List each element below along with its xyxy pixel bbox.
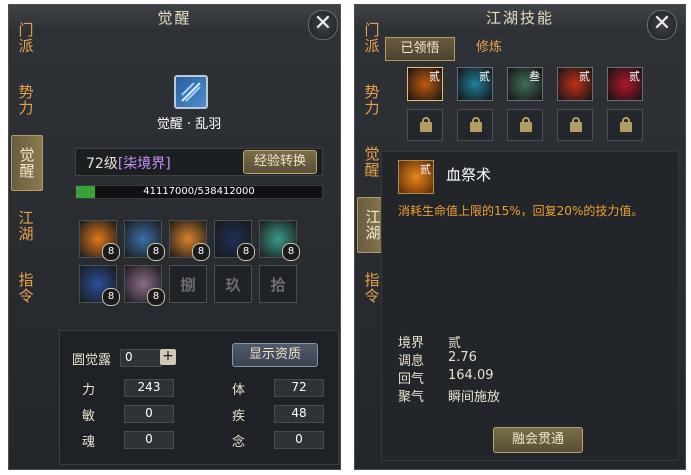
tab-sect[interactable]: 门派: [11, 11, 41, 65]
awakening-skill-icon[interactable]: [174, 75, 208, 109]
info-label: 聚气: [398, 390, 425, 405]
level-text: 72级[柒境界]: [86, 153, 171, 173]
skill-description: 消耗生命值上限的15%，回复20%的技力值。: [398, 204, 644, 218]
locked-slot: 拾: [259, 265, 297, 303]
blood-swirl-icon[interactable]: 贰: [407, 67, 443, 101]
lock-icon: [507, 109, 543, 141]
awakening-panel: 觉醒 ✕ 门派 势力 觉醒 江湖 指令 觉醒 · 乱羽 72级[柒境界] 经验转换 41…: [8, 4, 341, 470]
info-value: 瞬间施放: [448, 390, 501, 405]
lock-body: [520, 122, 532, 132]
info-value: 贰: [448, 336, 462, 351]
stat-label: 力: [82, 383, 96, 398]
skill-detail: 贰 血祭术 消耗生命值上限的15%，回复20%的技力值。 境界 贰调息 2.76 回气…: [381, 151, 679, 461]
explosion-icon[interactable]: 贰: [557, 67, 593, 101]
skill-name: 觉醒 · 乱羽: [156, 117, 222, 132]
jianghu-skills-panel: 江湖技能 ✕ 门派 势力 觉醒 江湖 指令 已领悟 修炼 贰贰叁贰贰 贰 血祭术 消耗生…: [354, 4, 686, 470]
add-dew-button[interactable]: +: [160, 349, 176, 365]
dew-label: 圆觉露: [72, 353, 112, 368]
merge-button[interactable]: 融会贯通: [493, 427, 583, 453]
locked-slot: 捌: [169, 265, 207, 303]
tab-command[interactable]: 指令: [11, 261, 41, 315]
moon-beast-icon[interactable]: 叁: [507, 67, 543, 101]
mask-icon[interactable]: 8: [124, 220, 165, 261]
xp-bar: 41117000/538412000: [75, 185, 323, 199]
lock-body: [420, 122, 432, 132]
constellation-icon[interactable]: 8: [214, 220, 255, 261]
level-badge: 8: [147, 243, 165, 261]
level-value: 72级: [86, 156, 118, 172]
stat-value: 0: [124, 431, 174, 449]
level-badge: 8: [237, 243, 255, 261]
info-value: 164.09: [448, 368, 494, 383]
cross-swords-icon[interactable]: 贰: [607, 67, 643, 101]
close-button[interactable]: ✕: [647, 10, 677, 40]
fire-burst-icon[interactable]: 8: [169, 220, 210, 261]
skill-tier: 叁: [529, 70, 540, 83]
lock-icon: [557, 109, 593, 141]
skill-tier: 贰: [479, 70, 490, 83]
level-badge: 8: [192, 243, 210, 261]
close-button[interactable]: ✕: [308, 10, 338, 40]
stat-label: 疾: [232, 409, 246, 424]
info-label: 调息: [398, 354, 425, 369]
dew-value: 0: [120, 349, 162, 367]
lock-body: [620, 122, 632, 132]
tab-learned[interactable]: 已领悟: [385, 37, 455, 61]
stat-value: 48: [274, 405, 324, 423]
stat-label: 念: [232, 435, 246, 450]
stat-label: 敏: [82, 409, 96, 424]
slot-number: 捌: [180, 276, 196, 294]
vertical-tabs: 门派势力觉醒江湖指令: [9, 11, 43, 323]
stat-value: 243: [124, 379, 174, 397]
locked-slot: 玖: [214, 265, 252, 303]
exp-convert-button[interactable]: 经验转换: [243, 150, 317, 174]
fire-burst-icon[interactable]: 8: [79, 220, 120, 261]
claw-slash-icon[interactable]: 8: [124, 265, 165, 306]
level-badge: 8: [147, 288, 165, 306]
level-badge: 8: [102, 288, 120, 306]
slot-number: 玖: [225, 276, 241, 294]
stat-value: 0: [274, 431, 324, 449]
level-badge: 8: [102, 243, 120, 261]
stat-label: 魂: [82, 435, 96, 450]
selected-skill-tag: 贰: [420, 163, 431, 176]
selected-skill-name: 血祭术: [446, 166, 492, 184]
tab-faction[interactable]: 势力: [357, 73, 387, 127]
stat-value: 72: [274, 379, 324, 397]
xp-text: 41117000/538412000: [143, 186, 255, 197]
tab-jianghu[interactable]: 江湖: [11, 199, 41, 253]
realm-value: [柒境界]: [117, 156, 171, 172]
stat-value: 0: [124, 405, 174, 423]
lock-icon: [457, 109, 493, 141]
water-wave-icon[interactable]: 贰: [457, 67, 493, 101]
info-label: 境界: [398, 336, 425, 351]
lock-body: [570, 122, 582, 132]
slot-number: 拾: [270, 276, 286, 294]
info-value: 2.76: [448, 350, 477, 365]
info-label: 回气: [398, 372, 425, 387]
stats-panel: 圆觉露 0 + 显示资质 力 243 体 72 敏 0 疾 48 魂 0 念 0: [59, 330, 339, 465]
tab-faction[interactable]: 势力: [11, 73, 41, 127]
skill-tier: 贰: [429, 70, 440, 83]
demon-mask-icon[interactable]: 8: [79, 265, 120, 306]
lock-icon: [607, 109, 643, 141]
level-badge: 8: [282, 243, 300, 261]
show-aptitude-button[interactable]: 显示资质: [232, 343, 318, 367]
skill-tier: 贰: [579, 70, 590, 83]
ghost-face-icon[interactable]: 8: [259, 220, 300, 261]
selected-skill-icon: 贰: [398, 160, 434, 194]
panel-title: 江湖技能: [485, 9, 554, 27]
stat-label: 体: [232, 383, 246, 398]
lock-icon: [407, 109, 443, 141]
tab-awaken[interactable]: 觉醒: [11, 135, 43, 191]
panel-title: 觉醒: [157, 9, 192, 27]
tab-sect[interactable]: 门派: [357, 11, 387, 65]
tab-practice[interactable]: 修炼: [455, 37, 523, 59]
skill-tier: 贰: [629, 70, 640, 83]
lock-body: [470, 122, 482, 132]
